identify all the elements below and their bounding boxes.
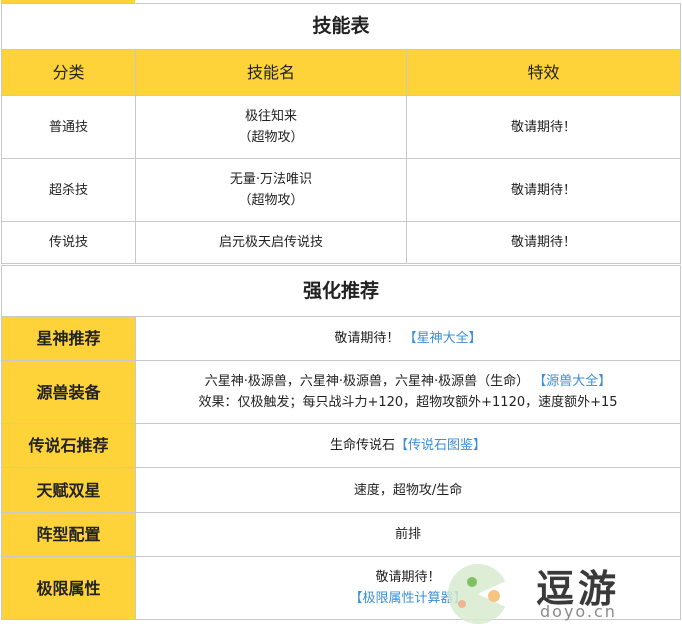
beast-guide-link[interactable]: 【源兽大全】 bbox=[533, 374, 611, 389]
table-row: 天赋双星 速度，超物攻/生命 bbox=[1, 467, 682, 513]
table-row: 星神推荐 敬请期待！ 【星神大全】 bbox=[1, 316, 682, 361]
recommend-title: 强化推荐 bbox=[0, 265, 682, 317]
row-label-star: 星神推荐 bbox=[1, 316, 136, 361]
skill-category: 传说技 bbox=[1, 221, 136, 264]
beast-line1: 六星神·极源兽，六星神·极源兽，六星神·极源兽（生命） bbox=[204, 374, 530, 389]
recommend-table: 强化推荐 星神推荐 敬请期待！ 【星神大全】 源兽装备 六星神·极源兽，六星神·… bbox=[0, 265, 682, 620]
skill-table-title-row: 技能表 bbox=[0, 3, 682, 50]
limit-calculator-link[interactable]: 【极限属性计算器】 bbox=[136, 588, 680, 609]
row-value-formation: 前排 bbox=[134, 512, 682, 557]
skill-effect: 敬请期待！ bbox=[405, 95, 682, 159]
row-value-star: 敬请期待！ 【星神大全】 bbox=[134, 316, 682, 361]
row-label-talent: 天赋双星 bbox=[1, 467, 136, 513]
recommend-title-row: 强化推荐 bbox=[0, 265, 682, 317]
row-value-stone: 生命传说石【传说石图鉴】 bbox=[134, 423, 682, 468]
table-row: 源兽装备 六星神·极源兽，六星神·极源兽，六星神·极源兽（生命） 【源兽大全】 … bbox=[1, 360, 682, 424]
skill-table-header-row: 分类 技能名 特效 bbox=[1, 49, 682, 96]
table-row: 普通技 极往知来 （超物攻） 敬请期待！ bbox=[1, 95, 682, 159]
header-effect: 特效 bbox=[405, 49, 682, 96]
table-row: 极限属性 敬请期待！ 【极限属性计算器】 bbox=[1, 556, 682, 620]
skill-effect: 敬请期待！ bbox=[405, 221, 682, 264]
table-row: 传说石推荐 生命传说石【传说石图鉴】 bbox=[1, 423, 682, 468]
skill-name-line1: 极往知来 bbox=[244, 109, 297, 124]
skill-category: 普通技 bbox=[1, 95, 136, 159]
row-label-stone: 传说石推荐 bbox=[1, 423, 136, 468]
skill-name-line2: （超物攻） bbox=[238, 193, 304, 208]
row-value-talent: 速度，超物攻/生命 bbox=[134, 467, 682, 513]
skill-name-line2: （超物攻） bbox=[238, 130, 304, 145]
stone-text: 生命传说石 bbox=[329, 438, 395, 453]
skill-category: 超杀技 bbox=[1, 158, 136, 222]
table-row: 超杀技 无量·万法唯识 （超物攻） 敬请期待！ bbox=[1, 158, 682, 222]
table-row: 传说技 启元极天启传说技 敬请期待！ bbox=[1, 221, 682, 264]
row-value-limit: 敬请期待！ 【极限属性计算器】 bbox=[134, 556, 682, 620]
row-label-formation: 阵型配置 bbox=[1, 512, 136, 557]
skill-name: 极往知来 （超物攻） bbox=[135, 95, 407, 159]
skill-name-line1: 无量·万法唯识 bbox=[229, 172, 313, 187]
row-value-beast: 六星神·极源兽，六星神·极源兽，六星神·极源兽（生命） 【源兽大全】 效果：仅极… bbox=[134, 360, 682, 424]
skill-table: 技能表 分类 技能名 特效 普通技 极往知来 （超物攻） 敬请期待！ 超杀技 无… bbox=[0, 3, 682, 264]
header-category: 分类 bbox=[1, 49, 136, 96]
stone-guide-link[interactable]: 【传说石图鉴】 bbox=[395, 438, 486, 453]
skill-name: 无量·万法唯识 （超物攻） bbox=[135, 158, 407, 222]
skill-name: 启元极天启传说技 bbox=[135, 221, 407, 264]
skill-table-title: 技能表 bbox=[0, 3, 682, 50]
limit-text: 敬请期待！ bbox=[375, 570, 441, 585]
beast-line2: 效果：仅极触发；每只战斗力+120，超物攻额外+1120，速度额外+15 bbox=[198, 395, 618, 410]
skill-effect: 敬请期待！ bbox=[405, 158, 682, 222]
row-label-beast: 源兽装备 bbox=[1, 360, 136, 424]
header-skill-name: 技能名 bbox=[135, 49, 407, 96]
star-text: 敬请期待！ bbox=[334, 331, 400, 346]
star-guide-link[interactable]: 【星神大全】 bbox=[404, 331, 482, 346]
table-row: 阵型配置 前排 bbox=[1, 512, 682, 557]
row-label-limit: 极限属性 bbox=[1, 556, 136, 620]
